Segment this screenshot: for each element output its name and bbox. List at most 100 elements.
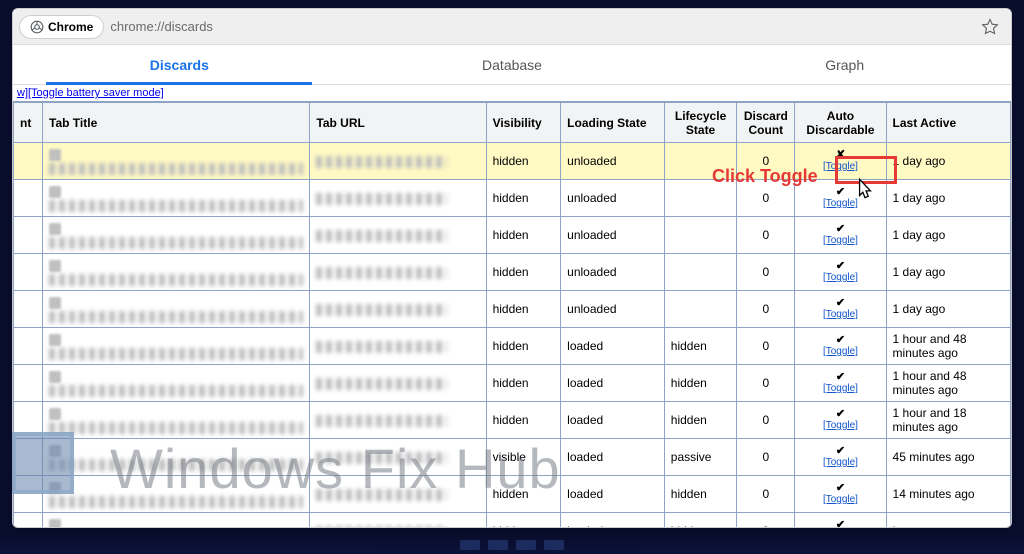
cell-loading-state: unloaded — [561, 254, 665, 291]
blurred-text — [49, 163, 303, 175]
cell-auto-discardable: ✘[Toggle] — [795, 143, 886, 180]
favicon-icon — [49, 408, 61, 420]
cell-last-active: 45 minutes ago — [886, 439, 1010, 476]
cell-visibility: hidden — [486, 143, 561, 180]
cell-loading-state: unloaded — [561, 217, 665, 254]
cell-tab-title — [43, 513, 310, 528]
cell-tab-url — [310, 439, 486, 476]
blurred-text — [316, 489, 447, 501]
cell-lifecycle-state: hidden — [664, 476, 737, 513]
check-icon: ✔ — [801, 261, 879, 272]
cell-tab-url — [310, 328, 486, 365]
col-lifecycle-state: Lifecycle State — [664, 103, 737, 143]
check-icon: ✔ — [801, 446, 879, 457]
cell-last-active: just now — [886, 513, 1010, 528]
cell-index — [14, 143, 43, 180]
check-icon: ✔ — [801, 520, 879, 527]
cell-tab-url — [310, 143, 486, 180]
tab-database[interactable]: Database — [346, 45, 679, 84]
link-discard-now[interactable]: w] — [17, 87, 28, 99]
blurred-text — [316, 267, 447, 279]
cell-auto-discardable: ✔[Toggle] — [795, 513, 886, 528]
cell-last-active: 1 hour and 48 minutes ago — [886, 365, 1010, 402]
favicon-icon — [49, 297, 61, 309]
blurred-text — [316, 526, 447, 527]
blurred-text — [316, 415, 447, 427]
cell-tab-url — [310, 365, 486, 402]
cell-tab-url — [310, 513, 486, 528]
cell-lifecycle-state: hidden — [664, 402, 737, 439]
cell-tab-url — [310, 254, 486, 291]
cell-tab-title — [43, 476, 310, 513]
cell-auto-discardable: ✔[Toggle] — [795, 439, 886, 476]
toggle-auto-discardable-link[interactable]: [Toggle] — [823, 383, 858, 394]
check-icon: ✔ — [801, 187, 879, 198]
cell-index — [14, 291, 43, 328]
table-row: hiddenloadedhidden0✔[Toggle]just now — [14, 513, 1011, 528]
tab-discards[interactable]: Discards — [13, 45, 346, 84]
toggle-auto-discardable-link[interactable]: [Toggle] — [823, 161, 858, 172]
blurred-text — [49, 459, 303, 471]
cell-visibility: hidden — [486, 217, 561, 254]
toggle-auto-discardable-link[interactable]: [Toggle] — [823, 235, 858, 246]
cell-auto-discardable: ✔[Toggle] — [795, 328, 886, 365]
table-row: hiddenunloaded0✘[Toggle]1 day ago — [14, 143, 1011, 180]
cell-discard-count: 0 — [737, 513, 795, 528]
toggle-auto-discardable-link[interactable]: [Toggle] — [823, 272, 858, 283]
cell-tab-title — [43, 291, 310, 328]
bookmark-star-button[interactable] — [979, 16, 1001, 38]
cell-lifecycle-state: passive — [664, 439, 737, 476]
toggle-auto-discardable-link[interactable]: [Toggle] — [823, 420, 858, 431]
cell-loading-state: loaded — [561, 513, 665, 528]
cell-discard-count: 0 — [737, 439, 795, 476]
cell-last-active: 1 hour and 48 minutes ago — [886, 328, 1010, 365]
cell-last-active: 1 day ago — [886, 217, 1010, 254]
col-loading-state: Loading State — [561, 103, 665, 143]
cell-loading-state: loaded — [561, 402, 665, 439]
star-icon — [981, 18, 999, 36]
cell-loading-state: loaded — [561, 476, 665, 513]
tab-graph[interactable]: Graph — [678, 45, 1011, 84]
cell-lifecycle-state: hidden — [664, 513, 737, 528]
toggle-auto-discardable-link[interactable]: [Toggle] — [823, 494, 858, 505]
favicon-icon — [49, 482, 61, 494]
toggle-auto-discardable-link[interactable]: [Toggle] — [823, 346, 858, 357]
cell-loading-state: loaded — [561, 328, 665, 365]
cell-auto-discardable: ✔[Toggle] — [795, 476, 886, 513]
table-row: hiddenloadedhidden0✔[Toggle]14 minutes a… — [14, 476, 1011, 513]
toggle-auto-discardable-link[interactable]: [Toggle] — [823, 457, 858, 468]
cell-lifecycle-state — [664, 143, 737, 180]
blurred-text — [316, 230, 447, 242]
cell-lifecycle-state — [664, 180, 737, 217]
blurred-text — [49, 496, 303, 508]
cell-loading-state: unloaded — [561, 180, 665, 217]
cell-visibility: hidden — [486, 476, 561, 513]
toggle-auto-discardable-link[interactable]: [Toggle] — [823, 198, 858, 209]
table-row: hiddenloadedhidden0✔[Toggle]1 hour and 1… — [14, 402, 1011, 439]
link-toggle-battery-saver[interactable]: [Toggle battery saver mode] — [28, 87, 164, 99]
cell-index — [14, 180, 43, 217]
cell-discard-count: 0 — [737, 476, 795, 513]
address-bar: Chrome chrome://discards — [13, 9, 1011, 45]
x-icon: ✘ — [801, 150, 879, 161]
favicon-icon — [49, 260, 61, 272]
blurred-text — [49, 422, 303, 434]
blurred-text — [49, 348, 303, 360]
page-url[interactable]: chrome://discards — [110, 19, 213, 34]
desktop-taskbar-hint — [0, 536, 1024, 554]
cell-discard-count: 0 — [737, 143, 795, 180]
col-visibility: Visibility — [486, 103, 561, 143]
favicon-icon — [49, 445, 61, 457]
cell-lifecycle-state — [664, 254, 737, 291]
check-icon: ✔ — [801, 372, 879, 383]
cell-last-active: 1 day ago — [886, 254, 1010, 291]
table-row: hiddenloadedhidden0✔[Toggle]1 hour and 4… — [14, 365, 1011, 402]
cell-discard-count: 0 — [737, 365, 795, 402]
cell-auto-discardable: ✔[Toggle] — [795, 365, 886, 402]
cell-discard-count: 0 — [737, 254, 795, 291]
toggle-auto-discardable-link[interactable]: [Toggle] — [823, 309, 858, 320]
cell-tab-title — [43, 217, 310, 254]
chrome-icon — [30, 20, 44, 34]
blurred-text — [316, 452, 447, 464]
table-row: hiddenunloaded0✔[Toggle]1 day ago — [14, 217, 1011, 254]
